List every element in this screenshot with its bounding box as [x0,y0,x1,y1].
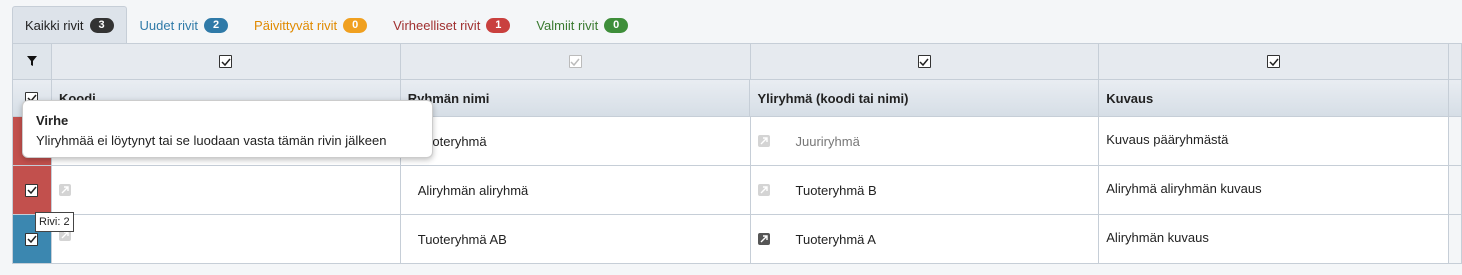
grid-edge [1449,44,1462,80]
tab-new-rows[interactable]: Uudet rivit 2 [127,6,242,44]
column-toggle-cell [750,44,1100,80]
description-value: Aliryhmän kuvaus [1106,229,1209,245]
tab-ready-rows[interactable]: Valmiit rivit 0 [523,6,641,44]
link-icon[interactable] [757,233,770,245]
parent-group-cell[interactable]: Juuriryhmä [750,117,1100,166]
table-row[interactable]: Tuoteryhmä AB Tuoteryhmä A Aliryhmän kuv… [13,215,1462,264]
row-number-tooltip: Rivi: 2 [35,212,74,232]
description-cell[interactable]: Aliryhmän kuvaus [1099,215,1450,264]
group-name-cell[interactable]: Aliryhmän aliryhmä [400,166,751,215]
parent-group-value: Juuriryhmä [795,133,860,149]
count-badge: 3 [89,18,114,33]
parent-group-cell[interactable]: Tuoteryhmä B [750,166,1100,215]
grid-edge [1449,215,1462,264]
column-header-description[interactable]: Kuvaus [1099,80,1449,117]
filter-button[interactable] [13,44,52,80]
column-header-group-name[interactable]: Ryhmän nimi [400,80,751,117]
tab-updating-rows[interactable]: Päivittyvät rivit 0 [241,6,380,44]
group-name-value: Aliryhmän aliryhmä [417,182,529,198]
tab-label: Kaikki rivit [25,18,84,33]
grid-edge [1449,117,1462,166]
description-value: Aliryhmä aliryhmän kuvaus [1106,180,1262,196]
count-badge: 1 [486,18,511,33]
group-name-cell[interactable]: Tuoteryhmä AB [400,215,751,264]
error-tooltip: Virhe Yliryhmää ei löytynyt tai se luoda… [22,100,433,158]
column-toggle-checkbox[interactable] [917,55,931,68]
tooltip-title: Virhe [36,113,69,128]
row-select-checkbox[interactable] [25,232,39,246]
tab-label: Valmiit rivit [536,18,599,33]
description-cell[interactable]: Aliryhmä aliryhmän kuvaus [1099,166,1450,215]
count-badge: 0 [343,18,368,33]
column-toggle-cell [51,44,401,80]
parent-group-value: Tuoteryhmä B [795,182,877,198]
parent-group-cell[interactable]: Tuoteryhmä A [750,215,1100,264]
code-cell[interactable] [51,166,401,215]
tab-error-rows[interactable]: Virheelliset rivit 1 [380,6,523,44]
column-toggle-checkbox[interactable] [1267,55,1281,68]
parent-group-value: Tuoteryhmä A [795,231,876,247]
tab-all-rows[interactable]: Kaikki rivit 3 [12,6,127,44]
description-cell[interactable]: Kuvaus pääryhmästä [1099,117,1450,166]
link-icon[interactable] [58,184,71,196]
filter-icon [26,54,37,69]
column-header-parent-group[interactable]: Yliryhmä (koodi tai nimi) [750,80,1100,117]
count-badge: 0 [604,18,629,33]
link-icon[interactable] [757,135,770,147]
grid-edge [1449,80,1462,117]
group-name-value: Tuoteryhmä AB [417,231,507,247]
code-cell[interactable] [51,215,401,264]
description-value: Kuvaus pääryhmästä [1106,131,1229,147]
grid-edge [1449,166,1462,215]
status-tabs: Kaikki rivit 3 Uudet rivit 2 Päivittyvät… [12,6,641,44]
link-icon[interactable] [757,184,770,196]
column-toggle-cell [1099,44,1450,80]
column-toggle-checkbox[interactable] [219,55,233,68]
table-row[interactable]: Aliryhmän aliryhmä Tuoteryhmä B Aliryhmä… [13,166,1462,215]
row-status-cell[interactable] [13,166,52,215]
tab-label: Virheelliset rivit [393,18,481,33]
column-toggle-row [13,44,1462,80]
column-toggle-cell [400,44,751,80]
tab-label: Päivittyvät rivit [254,18,338,33]
row-select-checkbox[interactable] [25,183,39,197]
group-name-cell[interactable]: Tuoteryhmä [400,117,751,166]
count-badge: 2 [204,18,229,33]
tooltip-body: Yliryhmää ei löytynyt tai se luodaan vas… [36,133,387,148]
tab-label: Uudet rivit [139,18,199,33]
column-toggle-checkbox [568,55,582,68]
